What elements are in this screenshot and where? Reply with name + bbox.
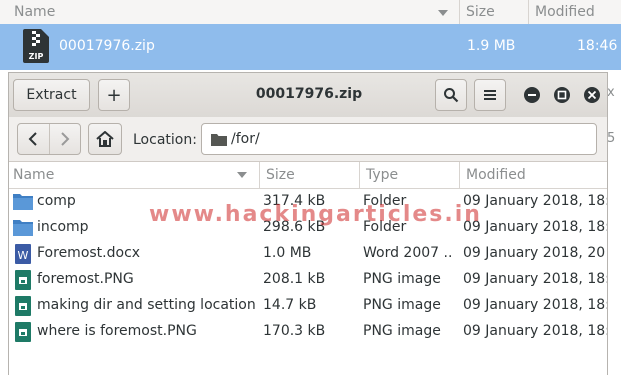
folder-icon — [211, 134, 227, 146]
file-modified: 09 January 2018, 20 — [463, 245, 606, 261]
sort-down-icon — [438, 10, 448, 16]
maximize-button[interactable] — [553, 86, 571, 104]
file-modified: 09 January 2018, 18: — [463, 297, 608, 313]
folder-icon — [13, 220, 33, 236]
file-type: PNG image — [363, 323, 441, 339]
background-list-header: Name Size Modified — [0, 0, 621, 25]
file-row[interactable]: foremost.PNG 208.1 kB PNG image 09 Janua… — [9, 267, 607, 293]
file-row[interactable]: making dir and setting location.P... 14.… — [9, 293, 607, 319]
file-modified: 09 January 2018, 18: — [463, 193, 608, 209]
image-file-icon — [15, 270, 31, 290]
file-size: 317.4 kB — [263, 193, 326, 209]
file-size: 14.7 kB — [263, 297, 317, 313]
menu-button[interactable] — [474, 79, 506, 111]
image-file-icon — [15, 296, 31, 316]
bg-column-name[interactable]: Name — [0, 0, 459, 24]
location-entry[interactable]: /for/ — [201, 123, 597, 155]
location-label: Location: — [133, 132, 197, 148]
bg-edge-fragment-digit: 5 — [607, 131, 616, 146]
hamburger-menu-icon — [484, 90, 496, 100]
column-modified[interactable]: Modified — [459, 162, 607, 188]
archive-manager-window: Extract + 00017976.zip Location: /for/ N… — [8, 72, 608, 375]
close-button[interactable] — [583, 86, 601, 104]
location-bar: Location: /for/ — [9, 117, 607, 162]
search-icon — [444, 88, 459, 103]
file-row[interactable]: W Foremost.docx 1.0 MB Word 2007 ... 09 … — [9, 241, 607, 267]
word-document-icon: W — [15, 244, 31, 264]
file-name: making dir and setting location.P... — [37, 297, 257, 313]
bg-file-row-selected[interactable]: ZIP 00017976.zip 1.9 MB 18:46 — [0, 24, 621, 70]
search-button[interactable] — [435, 79, 467, 111]
maximize-icon — [554, 87, 570, 103]
forward-button[interactable] — [50, 124, 81, 154]
navigation-buttons — [17, 123, 81, 155]
file-modified: 09 January 2018, 18: — [463, 271, 608, 287]
minimize-button[interactable] — [523, 86, 541, 104]
file-size: 298.6 kB — [263, 219, 326, 235]
chevron-right-icon — [61, 132, 70, 146]
file-type: Word 2007 ... — [363, 245, 453, 261]
file-size: 170.3 kB — [263, 323, 326, 339]
bg-file-modified: 18:46 — [577, 38, 618, 54]
file-list: comp 317.4 kB Folder 09 January 2018, 18… — [9, 189, 607, 345]
file-name: where is foremost.PNG — [37, 323, 197, 339]
bg-file-size: 1.9 MB — [467, 38, 516, 54]
file-name: foremost.PNG — [37, 271, 134, 287]
home-button[interactable] — [88, 123, 122, 155]
bg-file-name: 00017976.zip — [59, 38, 155, 54]
bg-column-size[interactable]: Size — [459, 0, 528, 24]
bg-column-modified[interactable]: Modified — [528, 0, 621, 24]
column-type[interactable]: Type — [359, 162, 459, 188]
file-name: Foremost.docx — [37, 245, 141, 261]
file-modified: 09 January 2018, 18: — [463, 323, 608, 339]
column-name[interactable]: Name — [9, 162, 259, 188]
sort-down-icon — [237, 172, 247, 178]
file-type: PNG image — [363, 271, 441, 287]
column-size[interactable]: Size — [259, 162, 359, 188]
file-row[interactable]: incomp 298.6 kB Folder 09 January 2018, … — [9, 215, 607, 241]
header-bar: Extract + 00017976.zip — [9, 73, 607, 118]
home-icon — [96, 131, 114, 147]
location-path: /for/ — [231, 131, 260, 147]
bg-edge-fragment: x — [607, 85, 615, 100]
svg-text:ZIP: ZIP — [29, 52, 44, 61]
file-modified: 09 January 2018, 18: — [463, 219, 608, 235]
minimize-icon — [524, 87, 540, 103]
add-files-button[interactable]: + — [98, 79, 130, 111]
extract-button[interactable]: Extract — [13, 79, 90, 111]
file-row[interactable]: comp 317.4 kB Folder 09 January 2018, 18… — [9, 189, 607, 215]
zip-file-icon: ZIP — [23, 29, 49, 63]
file-type: Folder — [363, 193, 407, 209]
file-size: 1.0 MB — [263, 245, 312, 261]
file-type: PNG image — [363, 297, 441, 313]
file-name: comp — [37, 193, 76, 209]
file-size: 208.1 kB — [263, 271, 326, 287]
file-list-header: Name Size Type Modified — [9, 162, 607, 189]
folder-icon — [13, 194, 33, 210]
file-row[interactable]: where is foremost.PNG 170.3 kB PNG image… — [9, 319, 607, 345]
svg-text:W: W — [18, 249, 29, 262]
back-button[interactable] — [18, 124, 50, 154]
file-name: incomp — [37, 219, 89, 235]
chevron-left-icon — [28, 132, 37, 146]
file-type: Folder — [363, 219, 407, 235]
image-file-icon — [15, 322, 31, 342]
close-icon — [584, 87, 600, 103]
